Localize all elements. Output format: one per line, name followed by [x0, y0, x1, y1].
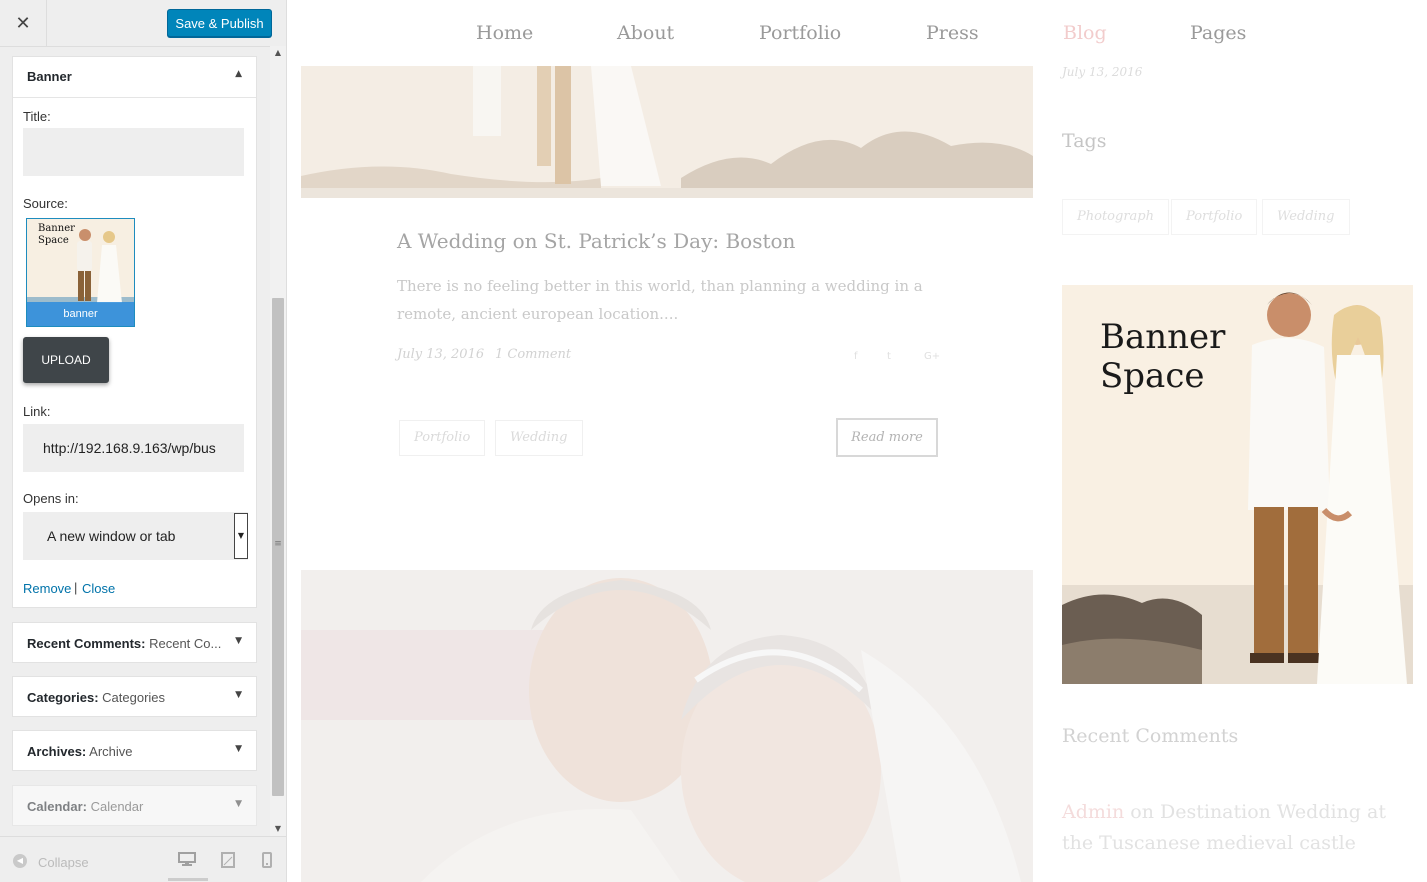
- tablet-preview-icon[interactable]: [221, 852, 235, 868]
- post-tag-portfolio[interactable]: Portfolio: [399, 420, 486, 456]
- widget-recent-comments[interactable]: Recent Comments: Recent Co... ▼: [12, 622, 257, 663]
- widget-name: Archives:: [27, 744, 87, 759]
- thumb-caption: banner: [27, 302, 134, 326]
- scroll-down-arrow-icon[interactable]: ▼: [270, 822, 286, 836]
- widget-subtitle: Archive: [89, 744, 133, 759]
- banner-widget-header[interactable]: Banner ▲: [13, 57, 256, 98]
- google-plus-share-icon[interactable]: G+: [924, 351, 940, 362]
- banner-source-thumbnail[interactable]: Banner Space banner: [26, 218, 135, 327]
- sidebar-post-date[interactable]: July 13, 2016: [1062, 65, 1142, 79]
- widget-categories[interactable]: Categories: Categories ▼: [12, 676, 257, 717]
- nav-blog[interactable]: Blog: [1063, 22, 1107, 44]
- mobile-preview-icon[interactable]: [262, 852, 272, 868]
- post-title-link[interactable]: A Wedding on St. Patrick’s Day: Boston: [397, 229, 795, 253]
- title-input[interactable]: [23, 128, 244, 176]
- action-separator: |: [74, 580, 78, 595]
- collapse-button[interactable]: Collapse: [38, 855, 89, 870]
- banner-widget-title: Banner: [27, 69, 72, 84]
- opens-in-label: Opens in:: [23, 491, 79, 506]
- beach-couple-image: [301, 66, 1033, 198]
- widget-subtitle: Recent Co...: [149, 636, 222, 651]
- close-widget-link[interactable]: Close: [82, 581, 115, 596]
- link-label: Link:: [23, 404, 51, 419]
- sidebar-tag-photograph[interactable]: Photograph: [1062, 199, 1169, 235]
- widget-calendar[interactable]: Calendar: Calendar ▼: [12, 785, 257, 826]
- collapse-arrow-icon[interactable]: ▲: [235, 69, 242, 79]
- comment-connector: on: [1130, 801, 1154, 823]
- expand-arrow-icon[interactable]: ▼: [235, 636, 242, 646]
- expand-arrow-icon[interactable]: ▼: [235, 744, 242, 754]
- customizer-sidebar: ✕ Save & Publish ▲ ≡ ▼ Banner ▲ Title: S…: [0, 0, 287, 882]
- thumb-banner-text: Banner Space: [38, 223, 75, 246]
- dropdown-arrow-icon[interactable]: ▼: [234, 513, 248, 559]
- comment-author-link[interactable]: Admin: [1062, 801, 1124, 823]
- remove-widget-link[interactable]: Remove: [23, 581, 71, 596]
- post-featured-image[interactable]: [301, 66, 1033, 198]
- post-excerpt: There is no feeling better in this world…: [397, 277, 923, 323]
- opens-in-select[interactable]: A new window or tab ▼: [23, 512, 248, 560]
- post-date[interactable]: July 13, 2016: [397, 347, 484, 362]
- twitter-share-icon[interactable]: t: [887, 351, 891, 362]
- facebook-share-icon[interactable]: f: [854, 351, 858, 362]
- close-customizer-button[interactable]: ✕: [0, 0, 47, 46]
- post-tag-wedding[interactable]: Wedding: [495, 420, 583, 456]
- nav-portfolio[interactable]: Portfolio: [759, 22, 841, 44]
- customizer-footer: ◀ Collapse: [0, 836, 286, 882]
- customizer-header: ✕ Save & Publish: [0, 0, 286, 47]
- source-label: Source:: [23, 196, 68, 211]
- widget-name: Categories:: [27, 690, 99, 705]
- banner-ad-text: Banner Space: [1100, 317, 1226, 396]
- widget-archives[interactable]: Archives: Archive ▼: [12, 730, 257, 771]
- save-publish-button[interactable]: Save & Publish: [167, 9, 272, 37]
- sidebar-tag-portfolio[interactable]: Portfolio: [1171, 199, 1258, 235]
- title-label: Title:: [23, 109, 51, 124]
- expand-arrow-icon[interactable]: ▼: [235, 799, 242, 809]
- sidebar-tag-wedding[interactable]: Wedding: [1262, 199, 1350, 235]
- widget-subtitle: Categories: [102, 690, 166, 705]
- post-comments-link[interactable]: 1 Comment: [495, 347, 571, 362]
- opens-in-value: A new window or tab: [47, 528, 176, 544]
- read-more-button[interactable]: Read more: [836, 418, 938, 457]
- widget-name: Calendar:: [27, 799, 87, 814]
- active-device-indicator: [168, 878, 208, 881]
- couple-portrait-image: [301, 570, 1033, 882]
- recent-comments-heading: Recent Comments: [1062, 725, 1239, 747]
- collapse-icon[interactable]: ◀: [13, 854, 27, 868]
- link-input[interactable]: http://192.168.9.163/wp/bus: [23, 424, 244, 472]
- expand-arrow-icon[interactable]: ▼: [235, 690, 242, 700]
- nav-press[interactable]: Press: [926, 22, 979, 44]
- upload-button[interactable]: UPLOAD: [23, 337, 109, 383]
- nav-about[interactable]: About: [617, 22, 674, 44]
- tags-heading: Tags: [1062, 130, 1107, 152]
- second-post-image[interactable]: [301, 570, 1033, 882]
- widget-name: Recent Comments:: [27, 636, 146, 651]
- nav-pages[interactable]: Pages: [1190, 22, 1246, 44]
- sidebar-banner-ad[interactable]: Banner Space: [1062, 285, 1413, 684]
- widget-subtitle: Calendar: [90, 799, 144, 814]
- scrollbar-grip-icon: ≡: [274, 539, 282, 549]
- site-preview: Home About Portfolio Press Blog Pages A …: [287, 0, 1427, 882]
- close-icon: ✕: [15, 12, 31, 34]
- recent-comment-entry: Admin on Destination Wedding at the Tusc…: [1062, 797, 1402, 859]
- desktop-preview-icon[interactable]: [178, 852, 196, 866]
- nav-home[interactable]: Home: [476, 22, 533, 44]
- scroll-up-arrow-icon[interactable]: ▲: [270, 46, 286, 60]
- banner-widget-panel: Banner ▲ Title: Source: Banner Space bann…: [12, 56, 257, 608]
